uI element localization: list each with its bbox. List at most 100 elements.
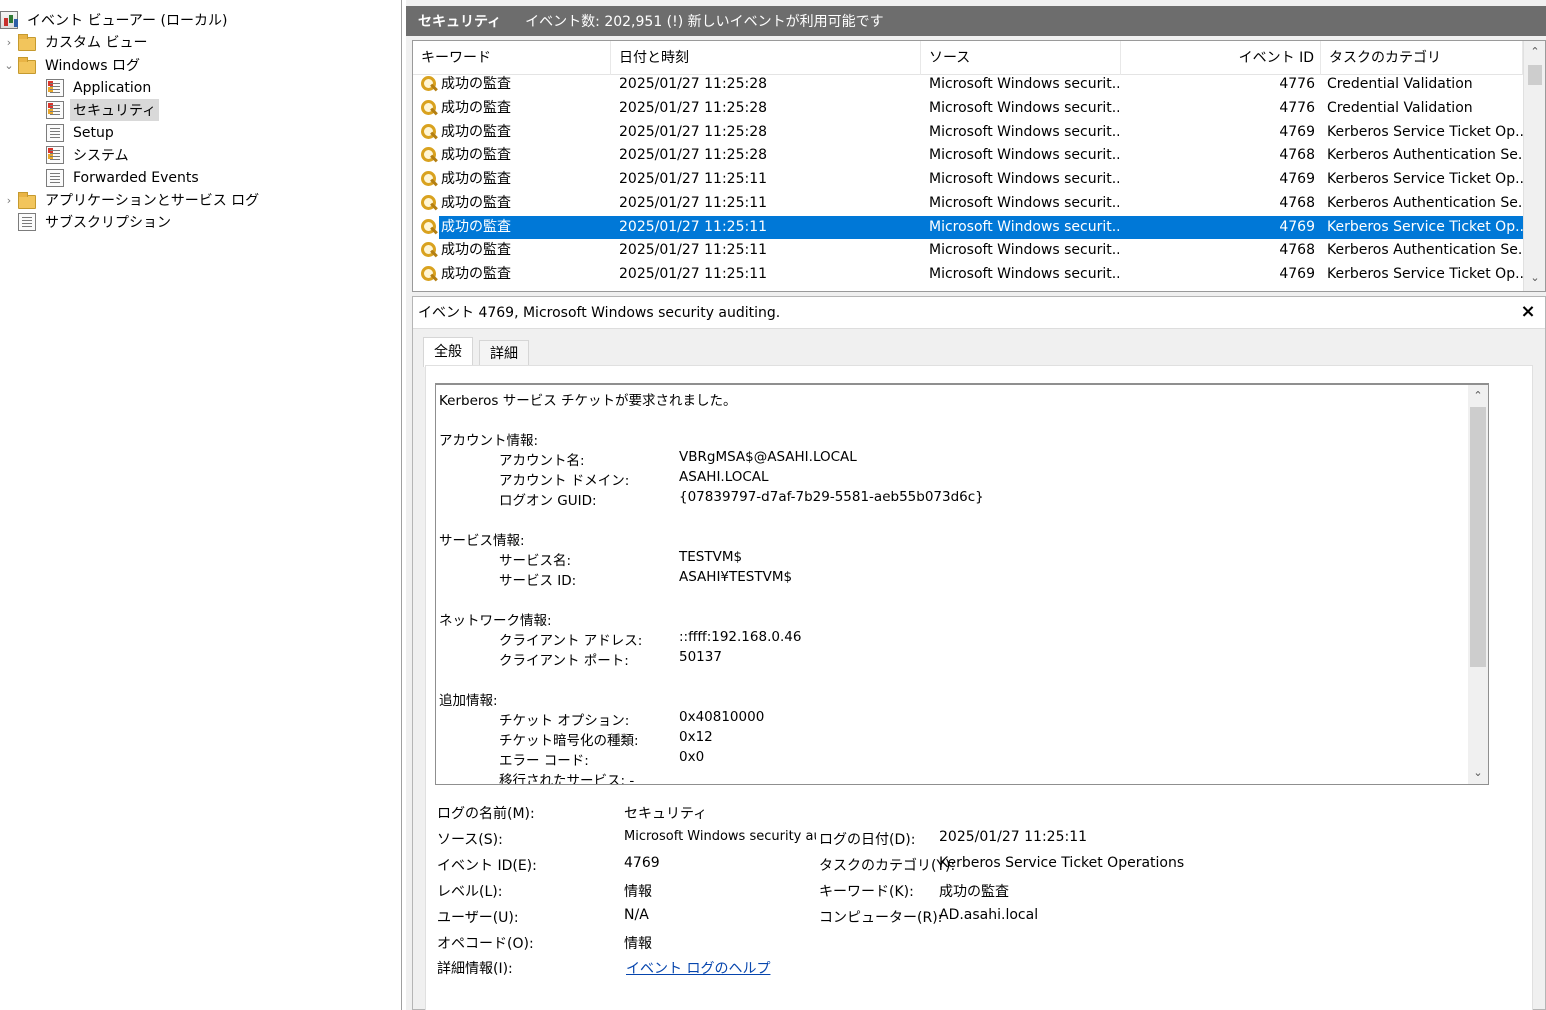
field-value-task[interactable]: Kerberos Service Ticket Operations [939, 855, 1184, 871]
scroll-up-icon[interactable]: ⌃ [1468, 389, 1488, 402]
field-value-source[interactable]: Microsoft Windows security auc [624, 829, 816, 844]
subscription-icon [18, 213, 36, 231]
tree-item-system[interactable]: システム [46, 144, 132, 166]
folder-icon [18, 33, 36, 51]
event-row[interactable]: 成功の監査 2025/01/27 11:25:28 Microsoft Window… [413, 144, 1523, 167]
message-section: アカウント情報: [439, 433, 539, 449]
column-keyword[interactable]: キーワード [413, 41, 611, 75]
cell-keyword: 成功の監査 [441, 266, 511, 282]
message-section: 追加情報: [439, 693, 498, 709]
log-icon [46, 169, 64, 187]
tree-item-label: アプリケーションとサービス ログ [45, 193, 260, 209]
message-value: 0x12 [679, 729, 713, 745]
tab-general[interactable]: 全般 [423, 337, 473, 367]
field-label-logged: ログの日付(D): [819, 832, 916, 848]
cell-source: Microsoft Windows securit... [929, 242, 1119, 259]
scrollbar-thumb[interactable] [1528, 65, 1542, 85]
field-label-keywords: キーワード(K): [819, 884, 914, 900]
cell-task: Kerberos Authentication Se... [1327, 147, 1523, 164]
tree-item-label: イベント ビューアー (ローカル) [27, 13, 228, 29]
event-row[interactable]: 成功の監査 2025/01/27 11:25:28 Microsoft Window… [413, 97, 1523, 120]
cell-event-id: 4768 [1279, 242, 1315, 259]
column-datetime[interactable]: 日付と時刻 [611, 41, 921, 75]
field-label-user: ユーザー(U): [437, 910, 519, 926]
tree-item-label: カスタム ビュー [45, 35, 148, 51]
tree-item-forwarded-events[interactable]: Forwarded Events [46, 167, 202, 189]
cell-keyword: 成功の監査 [441, 194, 511, 211]
scrollbar-thumb[interactable] [1470, 407, 1486, 667]
scroll-down-icon[interactable]: ⌄ [1468, 766, 1488, 779]
cell-datetime: 2025/01/27 11:25:11 [619, 266, 768, 282]
log-title: セキュリティ [418, 14, 502, 30]
tree-item-label: サブスクリプション [45, 215, 171, 231]
cell-datetime: 2025/01/27 11:25:28 [619, 99, 768, 116]
cell-keyword: 成功の監査 [441, 242, 511, 259]
message-label: サービス名: [499, 553, 572, 569]
event-message-box[interactable]: Kerberos サービス チケットが要求されました。 アカウント情報: アカウ… [435, 383, 1489, 785]
tab-details[interactable]: 詳細 [479, 340, 529, 365]
field-value-opcode[interactable]: 情報 [624, 933, 652, 953]
tree-item-setup[interactable]: Setup [46, 122, 117, 144]
cell-datetime: 2025/01/27 11:25:11 [619, 171, 768, 187]
tree-item-subscriptions[interactable]: サブスクリプション [18, 211, 174, 233]
event-row[interactable]: 成功の監査 2025/01/27 11:25:11 Microsoft Window… [413, 168, 1523, 191]
cell-event-id: 4776 [1279, 76, 1315, 92]
chevron-down-icon[interactable]: ⌄ [2, 59, 16, 72]
scroll-up-icon[interactable]: ⌃ [1524, 45, 1545, 63]
audit-success-key-icon [419, 99, 439, 118]
cell-datetime: 2025/01/27 11:25:28 [619, 147, 768, 164]
navigation-tree: イベント ビューアー (ローカル) › カスタム ビュー ⌄ Windows ロ… [0, 0, 402, 1010]
chevron-right-icon[interactable]: › [2, 194, 16, 207]
tree-item-security[interactable]: セキュリティ [46, 99, 160, 121]
field-value-log-name[interactable]: セキュリティ [624, 803, 707, 823]
tree-item-app-service-logs[interactable]: › アプリケーションとサービス ログ [2, 189, 262, 211]
event-row[interactable]: 成功の監査 2025/01/27 11:25:28 Microsoft Window… [413, 73, 1523, 96]
audit-success-key-icon [419, 146, 439, 165]
event-row[interactable]: 成功の監査 2025/01/27 11:25:11 Microsoft Window… [413, 192, 1523, 215]
message-value: 0x0 [679, 749, 705, 765]
tree-item-application[interactable]: Application [46, 77, 154, 99]
scroll-down-icon[interactable]: ⌄ [1524, 271, 1545, 289]
event-log-help-link[interactable]: イベント ログのヘルプ [626, 958, 770, 978]
message-label: 移行されたサービス: - [499, 773, 635, 785]
field-value-computer[interactable]: AD.asahi.local [939, 907, 1038, 923]
cell-source: Microsoft Windows securit... [929, 147, 1119, 164]
cell-datetime: 2025/01/27 11:25:28 [619, 123, 768, 140]
message-value: 50137 [679, 649, 722, 665]
field-value-user[interactable]: N/A [624, 907, 649, 923]
message-value: TESTVM$ [679, 549, 743, 565]
log-icon [46, 146, 64, 164]
column-source[interactable]: ソース [921, 41, 1121, 75]
message-label: チケット オプション: [499, 713, 630, 729]
folder-icon [18, 56, 36, 74]
tree-item-label: セキュリティ [70, 99, 160, 121]
tree-item-label: システム [73, 148, 129, 164]
event-list-scrollbar[interactable]: ⌃ ⌄ [1523, 41, 1545, 291]
field-label-source: ソース(S): [437, 832, 503, 848]
chevron-right-icon[interactable]: › [2, 36, 16, 49]
message-scrollbar[interactable]: ⌃ ⌄ [1468, 385, 1488, 784]
field-value-logged[interactable]: 2025/01/27 11:25:11 [939, 829, 1087, 845]
cell-task: Kerberos Service Ticket Op... [1327, 171, 1523, 187]
message-label: エラー コード: [499, 753, 589, 769]
message-label: アカウント ドメイン: [499, 473, 630, 489]
message-section: サービス情報: [439, 533, 525, 549]
detail-title: イベント 4769, Microsoft Windows security au… [413, 297, 1545, 329]
event-row[interactable]: 成功の監査 2025/01/27 11:25:28 Microsoft Window… [413, 121, 1523, 144]
field-value-level[interactable]: 情報 [624, 881, 652, 901]
tree-item-windows-logs[interactable]: ⌄ Windows ログ [2, 54, 143, 76]
event-row[interactable]: 成功の監査 2025/01/27 11:25:11 Microsoft Window… [413, 239, 1523, 262]
field-value-event-id[interactable]: 4769 [624, 855, 660, 871]
column-task-category[interactable]: タスクのカテゴリ [1321, 41, 1523, 75]
event-row[interactable]: 成功の監査 2025/01/27 11:25:11 Microsoft Window… [413, 215, 1523, 239]
cell-keyword: 成功の監査 [441, 147, 511, 164]
log-icon [46, 101, 64, 119]
event-row[interactable]: 成功の監査 2025/01/27 11:25:11 Microsoft Window… [413, 263, 1523, 286]
tree-item-custom-views[interactable]: › カスタム ビュー [2, 31, 150, 53]
column-event-id[interactable]: イベント ID [1121, 41, 1321, 75]
field-value-keywords[interactable]: 成功の監査 [939, 881, 1009, 901]
log-icon [46, 124, 64, 142]
close-icon[interactable]: × [1517, 301, 1539, 323]
cell-datetime: 2025/01/27 11:25:11 [619, 218, 768, 235]
tree-item-root[interactable]: イベント ビューアー (ローカル) [0, 9, 230, 31]
